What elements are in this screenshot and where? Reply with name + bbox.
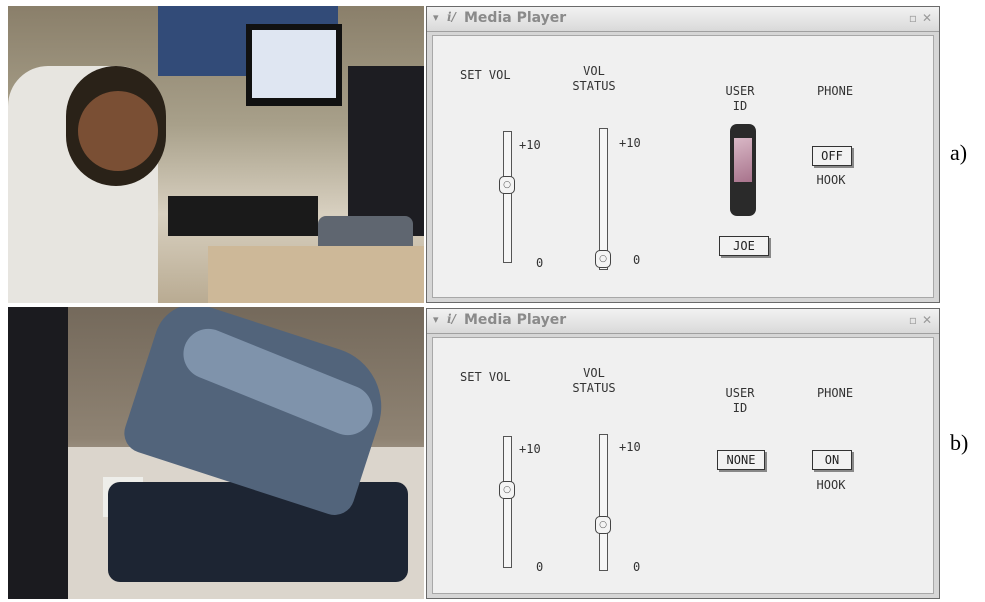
hook-label: HOOK (816, 478, 846, 492)
set-vol-min-label: 0 (536, 256, 544, 270)
set-vol-track[interactable] (503, 436, 512, 568)
vol-status-label-line2: STATUS (572, 381, 616, 395)
user-id-label-line1: USER (725, 84, 755, 98)
close-icon[interactable]: ✕ (922, 313, 932, 327)
title-bar[interactable]: ▾ i/ Media Player ▫ ✕ (427, 309, 939, 334)
phone-state-value: ON (812, 450, 852, 470)
phone-state-value: OFF (812, 146, 852, 166)
mobile-phone-icon (730, 124, 756, 216)
minimize-icon[interactable]: ▫ (909, 11, 917, 25)
vol-status-min-label: 0 (633, 253, 641, 267)
vol-status-min-label: 0 (633, 560, 641, 574)
vol-status-track[interactable] (599, 128, 608, 270)
user-id-value: JOE (719, 236, 769, 256)
media-player-window: ▾ i/ Media Player ▫ ✕ SET VOL VOL STATUS… (426, 308, 940, 599)
set-vol-track[interactable] (503, 131, 512, 263)
close-icon[interactable]: ✕ (922, 11, 932, 25)
title-bar[interactable]: ▾ i/ Media Player ▫ ✕ (427, 7, 939, 32)
vol-status-track[interactable] (599, 434, 608, 571)
slider-knob-icon[interactable]: ○ (595, 515, 611, 534)
slider-knob-icon[interactable]: ○ (499, 480, 515, 499)
phone-label: PHONE (816, 84, 854, 98)
vol-status-label-line1: VOL (583, 64, 605, 78)
window-menu-arrow-icon[interactable]: ▾ (433, 11, 439, 24)
photo-desk-phone (8, 307, 424, 599)
vol-status-label-line1: VOL (583, 366, 605, 380)
user-id-label-line1: USER (725, 386, 755, 400)
user-id-value: NONE (717, 450, 765, 470)
set-vol-max-label: +10 (519, 442, 541, 456)
set-vol-label: SET VOL (460, 68, 511, 82)
hook-label: HOOK (816, 173, 846, 187)
set-vol-label: SET VOL (460, 370, 511, 384)
controls-panel: SET VOL VOL STATUS USER ID PHONE ○ +10 0… (432, 35, 934, 298)
set-vol-min-label: 0 (536, 560, 544, 574)
caption-a: a) (950, 140, 968, 165)
media-player-logo-icon: i/ (447, 10, 456, 24)
user-id-label-line2: ID (732, 401, 748, 415)
window-title: Media Player (464, 312, 567, 328)
vol-status-max-label: +10 (619, 136, 641, 150)
phone-label: PHONE (816, 386, 854, 400)
slider-knob-icon[interactable]: ○ (499, 175, 515, 194)
minimize-icon[interactable]: ▫ (909, 313, 917, 327)
vol-status-label-line2: STATUS (572, 79, 616, 93)
slider-knob-icon[interactable]: ○ (595, 250, 611, 268)
caption-b: b) (950, 430, 969, 455)
window-title: Media Player (464, 10, 567, 26)
set-vol-max-label: +10 (519, 138, 541, 152)
controls-panel: SET VOL VOL STATUS USER ID PHONE ○ +10 0… (432, 337, 934, 594)
media-player-window: ▾ i/ Media Player ▫ ✕ SET VOL VOL STATUS… (426, 6, 940, 303)
user-id-label-line2: ID (732, 99, 748, 113)
photo-person-on-phone (8, 6, 424, 303)
window-menu-arrow-icon[interactable]: ▾ (433, 313, 439, 326)
vol-status-max-label: +10 (619, 440, 641, 454)
media-player-logo-icon: i/ (447, 312, 456, 326)
